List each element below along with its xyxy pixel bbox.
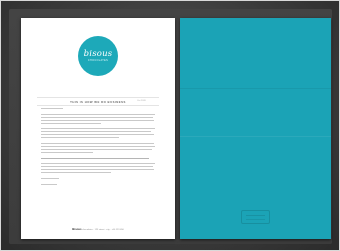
pocket-crease: [180, 136, 331, 137]
text-line: [41, 137, 119, 139]
text-line: [41, 143, 154, 145]
text-line: [41, 157, 149, 159]
footer-contact: chocolates · 123 street · city · +00 123…: [82, 229, 124, 231]
folder-cover: [180, 18, 331, 239]
letter-date: Oct 2020: [137, 99, 146, 102]
footer-brand: Bisous: [72, 227, 82, 231]
text-line: [41, 166, 153, 168]
signoff-line: [41, 178, 59, 180]
text-line: [41, 134, 154, 136]
text-line: [41, 148, 152, 150]
salutation-line: [41, 108, 63, 109]
text-line: [41, 128, 155, 130]
logo-sub-text: CHOCOLATES: [87, 59, 109, 62]
brand-logo: bisous CHOCOLATES: [78, 36, 118, 76]
text-line: [41, 163, 155, 165]
letter-body: [41, 108, 155, 187]
text-line: [41, 172, 111, 174]
text-line: [41, 145, 155, 147]
letter-title: THIS IS HOW WE DO BUSINESS: [70, 100, 126, 104]
logo-script-text: bisous: [83, 49, 113, 59]
letterhead-page: bisous CHOCOLATES THIS IS HOW WE DO BUSI…: [21, 18, 175, 239]
text-line: [41, 119, 154, 121]
text-line: [41, 113, 155, 115]
fold-line: [180, 88, 331, 89]
signature-line: [41, 183, 57, 185]
text-line: [41, 122, 101, 124]
text-line: [41, 116, 153, 118]
text-line: [41, 169, 154, 171]
header-divider: [37, 97, 159, 98]
mockup-frame: bisous CHOCOLATES THIS IS HOW WE DO BUSI…: [0, 0, 340, 251]
text-line: [41, 151, 93, 153]
title-divider: [37, 105, 159, 106]
business-card-slot: [241, 210, 270, 224]
letter-footer: Bisous chocolates · 123 street · city · …: [21, 227, 175, 231]
text-line: [41, 131, 151, 133]
